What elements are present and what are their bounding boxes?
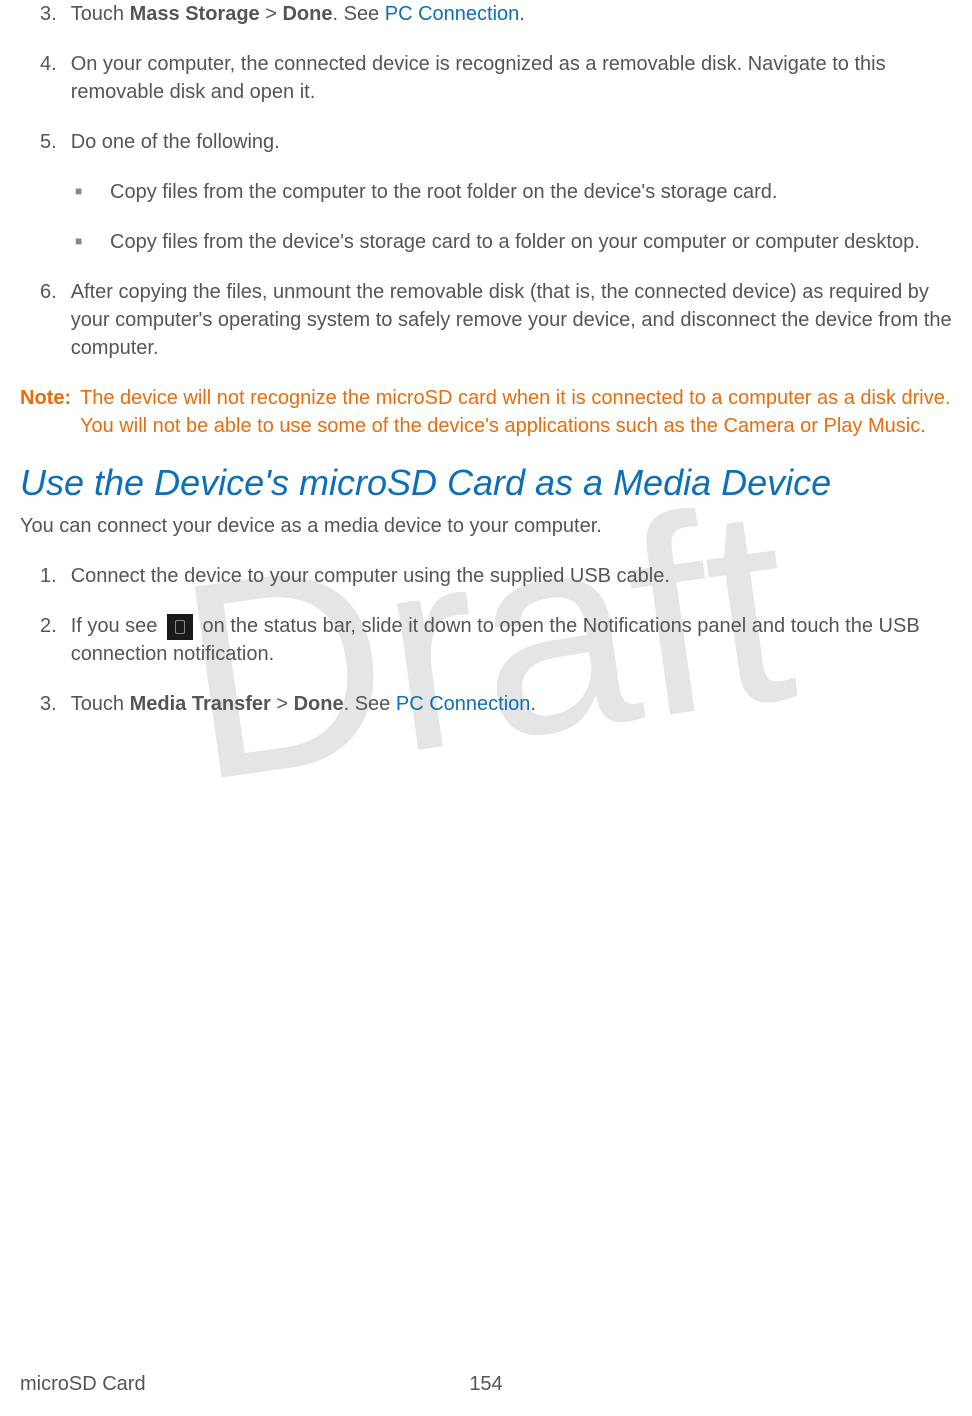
step-number: 6. bbox=[20, 278, 71, 362]
note-label: Note: bbox=[20, 384, 80, 440]
step2-2: 2. If you see on the status bar, slide i… bbox=[20, 612, 952, 668]
link-pc-connection[interactable]: PC Connection bbox=[396, 693, 531, 715]
note: Note: The device will not recognize the … bbox=[20, 384, 952, 440]
section-heading: Use the Device's microSD Card as a Media… bbox=[20, 462, 952, 504]
bullet-2: ■ Copy files from the device's storage c… bbox=[20, 228, 952, 256]
step-number: 4. bbox=[20, 50, 71, 106]
step-text: Touch Mass Storage > Done. See PC Connec… bbox=[71, 0, 952, 28]
step2-1: 1. Connect the device to your computer u… bbox=[20, 562, 952, 590]
step-number: 3. bbox=[20, 690, 71, 718]
intro-text: You can connect your device as a media d… bbox=[20, 512, 952, 540]
step-text: On your computer, the connected device i… bbox=[71, 50, 952, 106]
page-number: 154 bbox=[469, 1373, 502, 1396]
text: If you see bbox=[71, 615, 163, 637]
text: . bbox=[530, 693, 536, 715]
bullet-1: ■ Copy files from the computer to the ro… bbox=[20, 178, 952, 206]
step-3: 3. Touch Mass Storage > Done. See PC Con… bbox=[20, 0, 952, 28]
link-pc-connection[interactable]: PC Connection bbox=[385, 3, 520, 25]
step-number: 2. bbox=[20, 612, 71, 668]
page-footer: microSD Card 154 bbox=[20, 1373, 952, 1396]
bullet-text: Copy files from the computer to the root… bbox=[110, 178, 952, 206]
step-number: 1. bbox=[20, 562, 71, 590]
bold-text: Media Transfer bbox=[130, 693, 271, 715]
step-5: 5. Do one of the following. bbox=[20, 128, 952, 156]
text: > bbox=[271, 693, 294, 715]
bullet-icon: ■ bbox=[75, 178, 110, 206]
step-number: 5. bbox=[20, 128, 71, 156]
step2-3: 3. Touch Media Transfer > Done. See PC C… bbox=[20, 690, 952, 718]
step-number: 3. bbox=[20, 0, 71, 28]
text: . See bbox=[344, 693, 396, 715]
text: Touch bbox=[71, 3, 130, 25]
step-text: Connect the device to your computer usin… bbox=[71, 562, 952, 590]
note-text: The device will not recognize the microS… bbox=[80, 384, 952, 440]
text: Touch bbox=[71, 693, 130, 715]
step-4: 4. On your computer, the connected devic… bbox=[20, 50, 952, 106]
bold-text: Mass Storage bbox=[130, 3, 260, 25]
bold-text: Done bbox=[294, 693, 344, 715]
step-text: If you see on the status bar, slide it d… bbox=[71, 612, 952, 668]
bullet-icon: ■ bbox=[75, 228, 110, 256]
step-text: After copying the files, unmount the rem… bbox=[71, 278, 952, 362]
text: > bbox=[260, 3, 283, 25]
footer-section-name: microSD Card bbox=[20, 1373, 146, 1396]
text: on the status bar, slide it down to open… bbox=[71, 615, 920, 665]
bold-text: Done bbox=[282, 3, 332, 25]
step-text: Do one of the following. bbox=[71, 128, 952, 156]
step-6: 6. After copying the files, unmount the … bbox=[20, 278, 952, 362]
usb-icon bbox=[167, 614, 193, 640]
text: . See bbox=[332, 3, 384, 25]
step-text: Touch Media Transfer > Done. See PC Conn… bbox=[71, 690, 952, 718]
page-content: 3. Touch Mass Storage > Done. See PC Con… bbox=[0, 0, 972, 718]
bullet-text: Copy files from the device's storage car… bbox=[110, 228, 952, 256]
text: . bbox=[519, 3, 525, 25]
